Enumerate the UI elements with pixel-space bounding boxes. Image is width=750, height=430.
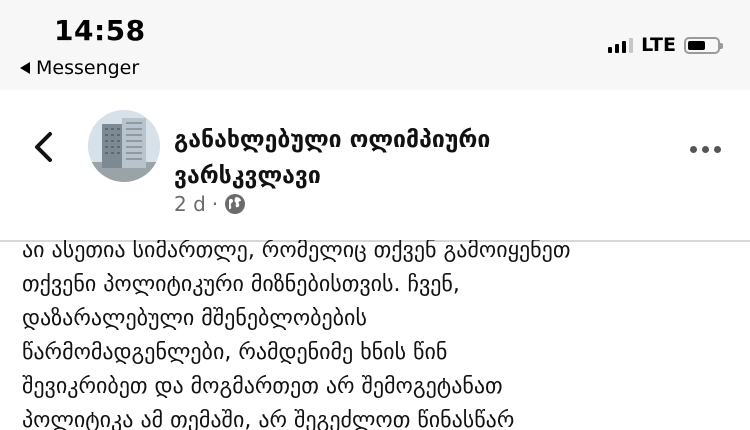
globe-icon	[225, 194, 246, 214]
network-type: LTE	[641, 34, 676, 56]
back-triangle-icon	[20, 62, 30, 74]
more-dot-icon	[690, 145, 697, 153]
cellular-signal-icon	[608, 37, 634, 53]
battery-fill	[688, 40, 705, 50]
post-body: აი ასეთია სიმართლე, რომელიც თქვენ გამოიყ…	[22, 240, 732, 430]
post-text: აი ასეთია სიმართლე, რომელიც თქვენ გამოიყ…	[22, 240, 571, 430]
more-dot-icon	[702, 145, 709, 153]
back-button[interactable]	[30, 130, 56, 164]
more-dot-icon	[714, 145, 721, 153]
page-avatar[interactable]	[88, 110, 160, 182]
clock: 14:58	[54, 14, 146, 47]
battery-icon	[684, 36, 723, 54]
post-header: განახლებული ოლიმპიური ვარსკვლავი 2 d ·	[0, 90, 750, 240]
meta-separator: ·	[211, 192, 219, 216]
more-options-button[interactable]	[690, 142, 722, 156]
back-app-label: Messenger	[36, 57, 140, 79]
building-photo	[88, 110, 160, 182]
status-bar: 14:58 Messenger LTE	[0, 0, 750, 90]
post-meta: 2 d ·	[174, 192, 246, 216]
post-time[interactable]: 2 d	[174, 192, 206, 216]
status-indicators: LTE	[608, 34, 723, 56]
page-name-link[interactable]: განახლებული ოლიმპიური ვარსკვლავი	[174, 122, 594, 194]
back-to-app-link[interactable]: Messenger	[20, 57, 139, 79]
chevron-left-icon	[35, 132, 52, 162]
